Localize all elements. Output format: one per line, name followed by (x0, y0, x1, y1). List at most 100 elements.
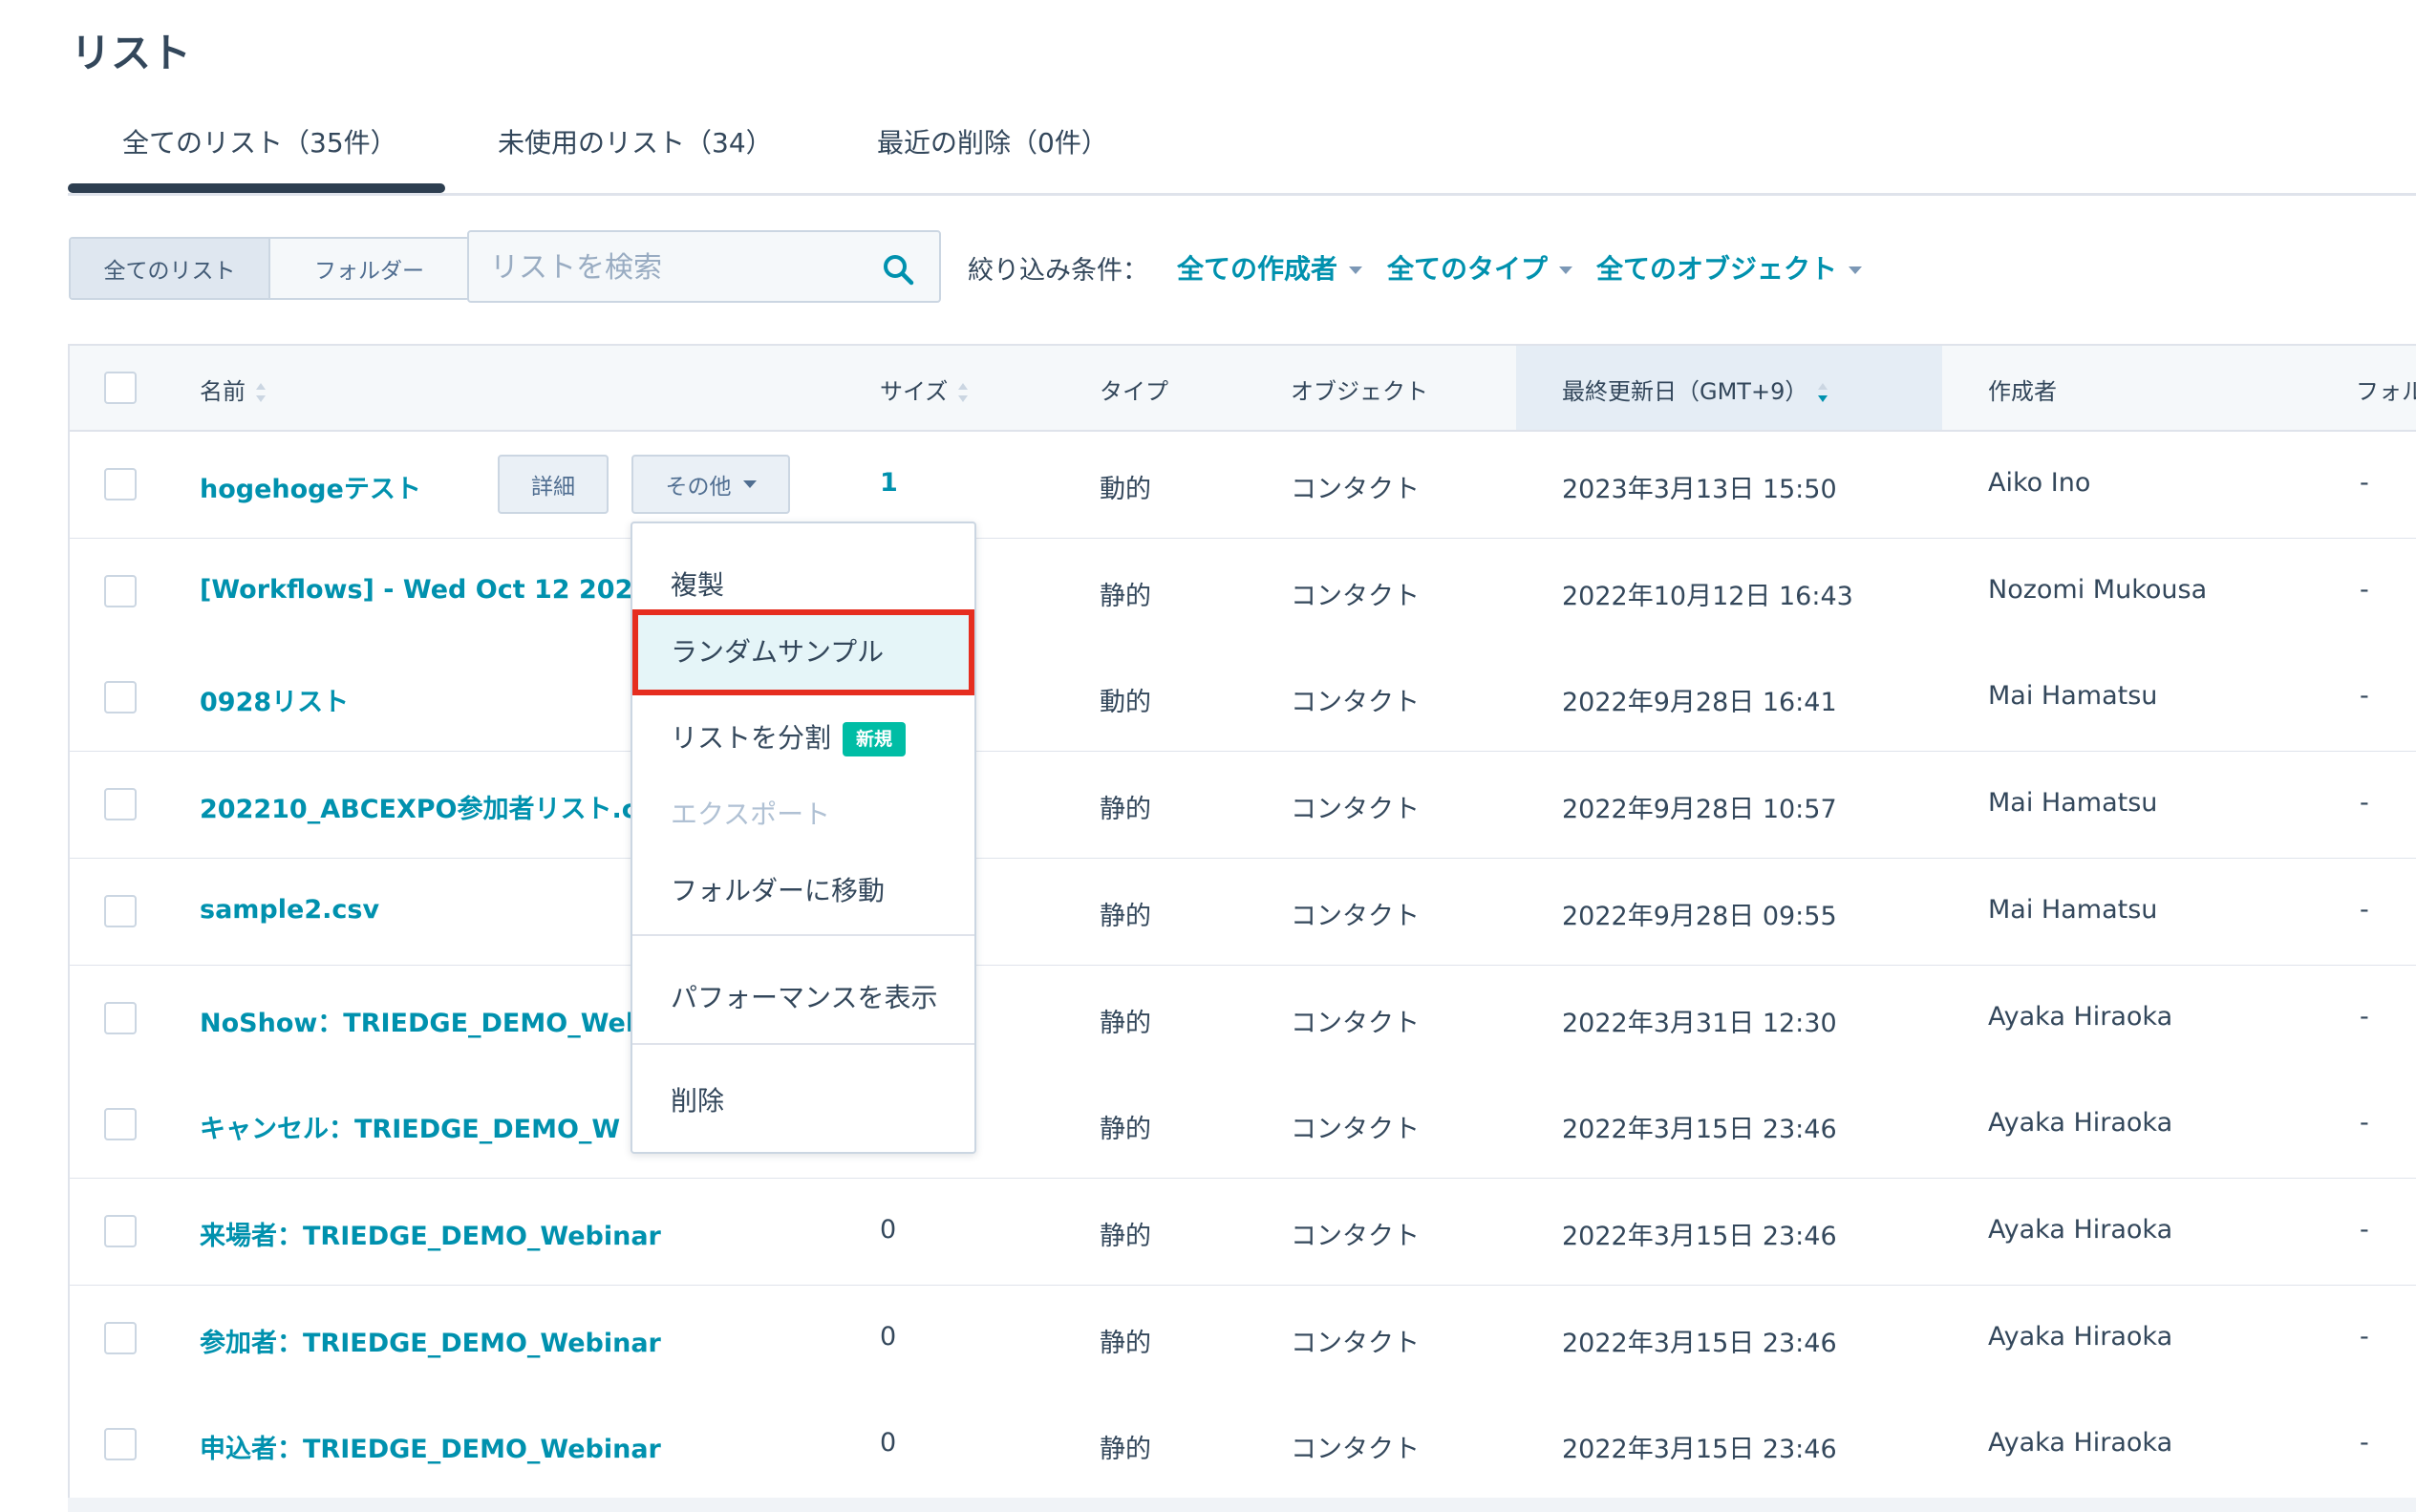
row-checkbox[interactable] (104, 1001, 137, 1034)
list-name-link[interactable]: 202210_ABCEXPO参加者リスト.cs (200, 788, 652, 825)
filter-object-dropdown[interactable]: 全てのオブジェクト (1596, 248, 1863, 287)
list-name-link[interactable]: sample2.csv (200, 895, 379, 925)
column-header-folder: フォルダー (2356, 378, 2416, 405)
list-creator: Ayaka Hiraoka (1988, 1001, 2173, 1032)
chevron-down-icon (1349, 266, 1363, 274)
column-header-object: オブジェクト (1291, 378, 1428, 405)
select-all-checkbox[interactable] (104, 372, 137, 404)
chevron-down-icon (742, 480, 757, 488)
row-checkbox[interactable] (104, 1321, 137, 1354)
list-type: 動的 (1100, 475, 1151, 504)
column-header-creator: 作成者 (1988, 378, 2057, 405)
menu-item-delete[interactable]: 削除 (632, 1066, 974, 1137)
tab-all-lists[interactable]: 全てのリスト（35件） (122, 122, 397, 160)
filter-label: 絞り込み条件： (968, 256, 1148, 286)
table-row[interactable]: [Workflows] - Wed Oct 12 2022 1 静的 コンタクト 20… (70, 538, 2416, 647)
list-creator: Ayaka Hiraoka (1988, 1321, 2173, 1352)
filter-creator-label: 全ての作成者 (1177, 253, 1338, 285)
table-row[interactable]: キャンセル：TRIEDGE_DEMO_W 静的 コンタクト 2022年3月15日 23… (70, 1072, 2416, 1181)
search-box (467, 230, 941, 303)
details-button[interactable]: 詳細 (498, 455, 609, 514)
list-type: 静的 (1100, 1008, 1151, 1038)
row-checkbox[interactable] (104, 894, 137, 927)
row-checkbox[interactable] (104, 1214, 137, 1247)
menu-item-export: エクスポート (671, 799, 831, 830)
table-row[interactable]: hogehogeテスト 詳細 その他 1 動的 コンタクト 2023年3月13日 15:50… (70, 432, 2416, 540)
table-row[interactable]: 申込者：TRIEDGE_DEMO_Webinar 0 静的 コンタクト 2022年3月1… (70, 1392, 2416, 1501)
list-updated: 2022年3月31日 12:30 (1562, 1008, 1837, 1038)
list-name-link[interactable]: 参加者：TRIEDGE_DEMO_Webinar (200, 1322, 661, 1359)
list-type: 静的 (1100, 1328, 1151, 1358)
column-header-updated[interactable]: 最終更新日（GMT+9） (1562, 373, 1828, 406)
horizontal-scrollbar[interactable] (68, 1498, 2416, 1512)
row-checkbox[interactable] (104, 574, 137, 607)
view-all-lists-button[interactable]: 全てのリスト (71, 239, 270, 298)
list-size[interactable]: 1 (880, 468, 898, 498)
list-folder: - (2360, 468, 2369, 498)
column-header-size[interactable]: サイズ (880, 373, 969, 406)
list-folder: - (2360, 1321, 2369, 1352)
table-row[interactable]: 202210_ABCEXPO参加者リスト.cs 静的 コンタクト 2022年9月28日… (70, 752, 2416, 861)
menu-item-random-sample[interactable]: ランダムサンプル (632, 609, 974, 695)
list-type: 静的 (1100, 581, 1151, 611)
list-folder: - (2360, 681, 2369, 712)
column-header-size-label: サイズ (880, 378, 949, 405)
menu-item-move-to-folder[interactable]: フォルダーに移動 (632, 856, 974, 926)
list-creator: Ayaka Hiraoka (1988, 1214, 2173, 1245)
list-object: コンタクト (1291, 1221, 1420, 1251)
filter-type-dropdown[interactable]: 全てのタイプ (1387, 248, 1573, 287)
list-object: コンタクト (1291, 1115, 1420, 1145)
sort-icon (958, 383, 969, 402)
list-name-link[interactable]: hogehogeテスト (200, 468, 421, 505)
menu-item-view-performance[interactable]: パフォーマンスを表示 (632, 963, 974, 1033)
new-badge: 新規 (843, 722, 907, 756)
menu-item-split-list-label: リストを分割 (671, 722, 832, 754)
list-creator: Mai Hamatsu (1988, 681, 2158, 712)
row-checkbox[interactable] (104, 788, 137, 821)
list-object: コンタクト (1291, 1008, 1420, 1038)
list-name-link[interactable]: 0928リスト (200, 681, 349, 718)
filter-object-label: 全てのオブジェクト (1596, 253, 1838, 285)
lists-page: リスト 全てのリスト（35件） 未使用のリスト（34） 最近の削除（0件） 全て… (0, 0, 2416, 1512)
list-updated: 2022年10月12日 16:43 (1562, 581, 1853, 611)
view-toggle: 全てのリスト フォルダー (69, 237, 470, 300)
column-header-name[interactable]: 名前 (200, 373, 267, 406)
row-checkbox[interactable] (104, 1108, 137, 1141)
menu-divider (632, 1043, 974, 1045)
list-folder: - (2360, 574, 2369, 605)
list-size: 0 (880, 1428, 897, 1459)
list-name-link[interactable]: [Workflows] - Wed Oct 12 2022 1 (200, 575, 677, 605)
table-row[interactable]: 来場者：TRIEDGE_DEMO_Webinar 0 静的 コンタクト 2022年3月1… (70, 1178, 2416, 1287)
table-row[interactable]: 参加者：TRIEDGE_DEMO_Webinar 0 静的 コンタクト 2022年3月1… (70, 1285, 2416, 1394)
chevron-down-icon (1559, 266, 1573, 274)
list-type: 静的 (1100, 1115, 1151, 1145)
table-row[interactable]: 0928リスト 動的 コンタクト 2022年9月28日 16:41 Mai Hamats… (70, 645, 2416, 754)
list-name-link[interactable]: 来場者：TRIEDGE_DEMO_Webinar (200, 1215, 661, 1252)
view-folders-button[interactable]: フォルダー (270, 239, 468, 298)
row-checkbox[interactable] (104, 1428, 137, 1461)
sort-icon (256, 383, 266, 402)
list-object: コンタクト (1291, 901, 1420, 931)
search-input[interactable] (488, 242, 874, 293)
list-creator: Ayaka Hiraoka (1988, 1108, 2173, 1139)
tab-unused-lists[interactable]: 未使用のリスト（34） (498, 122, 773, 160)
page-title: リスト (71, 30, 192, 76)
row-checkbox[interactable] (104, 681, 137, 714)
list-name-link[interactable]: キャンセル：TRIEDGE_DEMO_W (200, 1108, 620, 1145)
row-checkbox[interactable] (104, 468, 137, 500)
menu-item-split-list[interactable]: リストを分割 新規 (632, 703, 974, 774)
list-name-link[interactable]: NoShow：TRIEDGE_DEMO_Web (200, 1002, 644, 1039)
list-creator: Aiko Ino (1988, 468, 2091, 498)
table-row[interactable]: NoShow：TRIEDGE_DEMO_Web 静的 コンタクト 2022年3月31日… (70, 965, 2416, 1074)
search-icon[interactable] (882, 253, 914, 286)
list-updated: 2022年3月15日 23:46 (1562, 1435, 1837, 1465)
table-row[interactable]: sample2.csv 静的 コンタクト 2022年9月28日 09:55 Mai Ha… (70, 858, 2416, 967)
tab-recently-deleted[interactable]: 最近の削除（0件） (877, 122, 1108, 160)
active-tab-indicator (68, 183, 445, 193)
list-folder: - (2360, 1214, 2369, 1245)
filter-creator-dropdown[interactable]: 全ての作成者 (1177, 248, 1363, 287)
more-actions-button[interactable]: その他 (631, 455, 790, 514)
list-updated: 2022年3月15日 23:46 (1562, 1328, 1837, 1358)
list-object: コンタクト (1291, 475, 1420, 504)
list-name-link[interactable]: 申込者：TRIEDGE_DEMO_Webinar (200, 1428, 661, 1465)
